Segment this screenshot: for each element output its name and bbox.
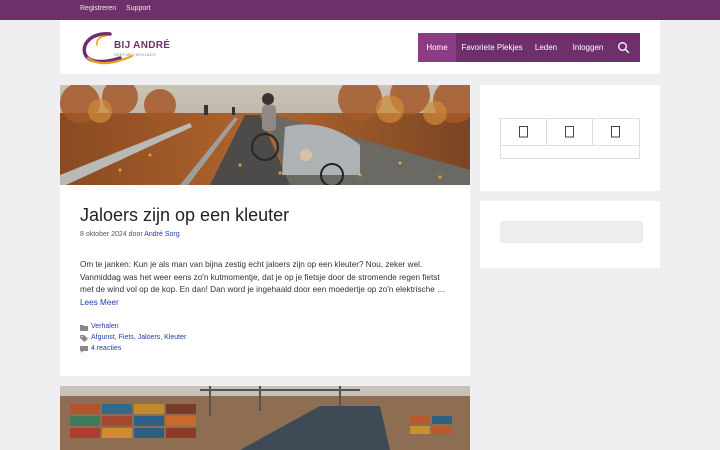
post-date: 8 oktober 2024 [80, 231, 127, 238]
nav-item-inloggen[interactable]: Inloggen [564, 33, 612, 62]
post-card: Jaloers zijn op een kleuter 8 oktober 20… [60, 85, 470, 376]
post-by: door [128, 231, 143, 238]
post-title[interactable]: Jaloers zijn op een kleuter [80, 205, 289, 226]
share-button[interactable] [547, 119, 593, 145]
tag-link[interactable]: Kleuter [164, 334, 186, 341]
register-link[interactable]: Registreren [80, 5, 116, 12]
comments-link[interactable]: 4 reacties [91, 345, 121, 352]
share-placeholder-icon [611, 126, 620, 138]
post-featured-image[interactable] [60, 85, 470, 185]
search-icon[interactable] [617, 41, 630, 54]
read-more-link[interactable]: Lees Meer [80, 298, 119, 307]
post-meta: 8 oktober 2024 door André Sorg [80, 231, 180, 238]
sidebar-share-widget [480, 85, 660, 191]
category-link-verhalen[interactable]: Verhalen [91, 323, 119, 330]
post-author-link[interactable]: André Sorg [144, 231, 179, 238]
site-header: BIJ ANDRÉ GEEF MET EEN LACH Home Favorie… [60, 20, 660, 74]
post-excerpt-text: Om te janken: Kun je als man van bijna z… [80, 260, 446, 295]
support-link[interactable]: Support [126, 5, 151, 12]
nav-item-home[interactable]: Home [418, 33, 456, 62]
top-bar: Registreren Support [0, 0, 720, 20]
logo-subtitle: GEEF MET EEN LACH [114, 52, 156, 57]
post-card-next [60, 386, 470, 450]
tag-icon [80, 335, 88, 342]
post-featured-image-next[interactable] [60, 386, 470, 450]
sidebar-widget-placeholder [480, 201, 660, 268]
share-buttons [500, 118, 640, 159]
share-extra-row[interactable] [501, 145, 639, 158]
share-button[interactable] [501, 119, 547, 145]
nav-item-leden[interactable]: Leden [528, 33, 564, 62]
tag-link[interactable]: Fiets [119, 334, 134, 341]
logo-title: BIJ ANDRÉ [114, 40, 171, 51]
post-excerpt: Om te janken: Kun je als man van bijna z… [80, 259, 452, 310]
site-logo[interactable]: BIJ ANDRÉ GEEF MET EEN LACH [80, 28, 170, 66]
share-button[interactable] [593, 119, 639, 145]
tag-link[interactable]: Jaloers [138, 334, 161, 341]
folder-icon [80, 325, 88, 331]
main-nav: Home Favoriete Plekjes Leden Inloggen [418, 33, 640, 62]
comment-icon [80, 346, 88, 353]
loading-placeholder [500, 221, 643, 243]
tag-link[interactable]: Afgunst [91, 334, 115, 341]
share-placeholder-icon [519, 126, 528, 138]
share-placeholder-icon [565, 126, 574, 138]
nav-item-favoriete-plekjes[interactable]: Favoriete Plekjes [456, 33, 528, 62]
